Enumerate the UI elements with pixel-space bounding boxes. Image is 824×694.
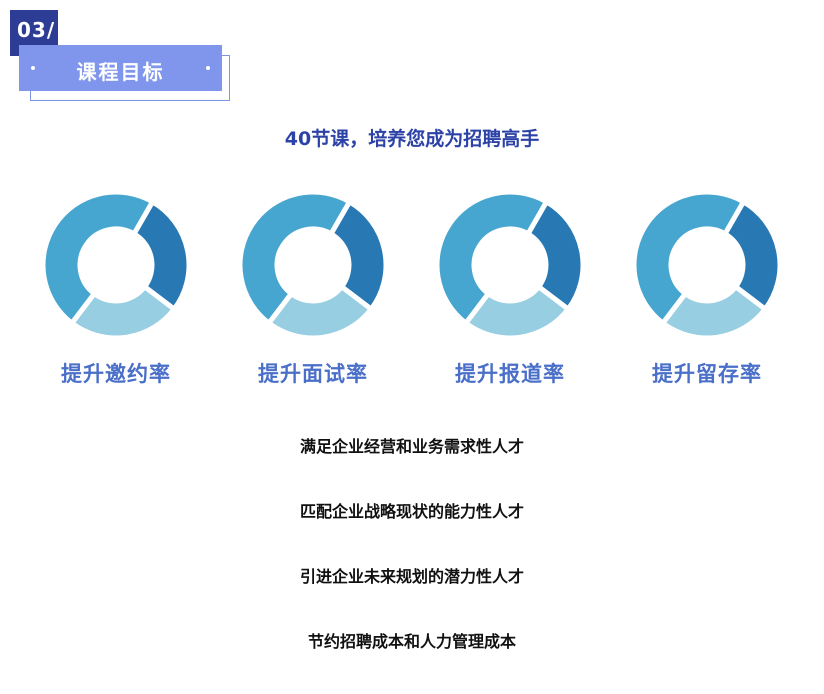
section-title: 课程目标 [76,60,165,84]
objectives-list: 满足企业经营和业务需求性人才 匹配企业战略现状的能力性人才 引进企业未来规划的潜… [0,434,824,694]
donut-chart-icon [632,190,782,340]
goal-item-4: 提升留存率 [612,190,802,388]
objective-item: 匹配企业战略现状的能力性人才 [299,502,524,521]
objective-item: 满足企业经营和业务需求性人才 [299,437,524,456]
course-subtitle: 40节课，培养您成为招聘高手 [284,128,540,150]
goal-label: 提升邀约率 [61,362,171,386]
objective-item: 节约招聘成本和人力管理成本 [307,632,516,651]
section-title-box: 课程目标 [19,45,222,91]
donut-chart-icon [435,190,585,340]
objective-item: 引进企业未来规划的潜力性人才 [299,567,524,586]
goal-item-1: 提升邀约率 [21,190,211,388]
goal-label: 提升留存率 [652,362,762,386]
donut-chart-icon [41,190,191,340]
title-dot-right-icon [206,66,210,70]
goal-label: 提升面试率 [258,362,368,386]
donut-chart-icon [238,190,388,340]
goal-label: 提升报道率 [455,362,565,386]
goal-item-3: 提升报道率 [415,190,605,388]
goal-item-2: 提升面试率 [218,190,408,388]
